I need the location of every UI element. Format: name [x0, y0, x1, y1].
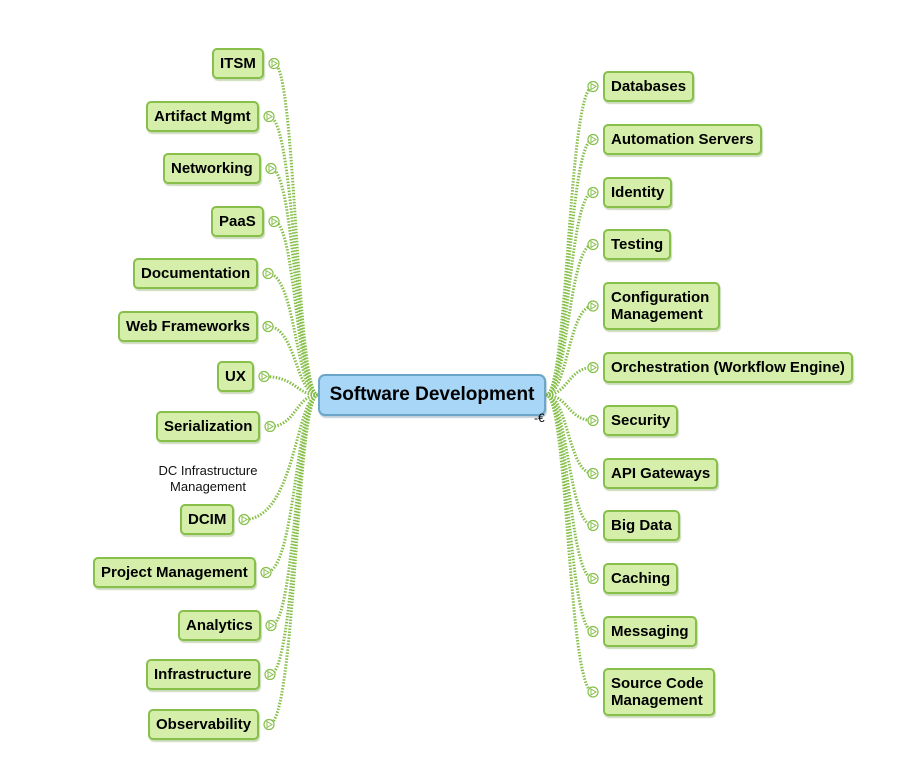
expand-toggle-icon[interactable]	[264, 420, 276, 433]
expand-toggle-icon[interactable]	[265, 162, 277, 175]
branch-node-project-management[interactable]: Project Management	[93, 557, 256, 588]
branch-node-networking[interactable]: Networking	[163, 153, 261, 184]
branch-node-api-gateways[interactable]: API Gateways	[603, 458, 719, 489]
expand-toggle-icon[interactable]	[262, 320, 274, 333]
expand-toggle-icon[interactable]	[587, 300, 599, 312]
branch-node-dcim[interactable]: DCIM	[180, 504, 235, 535]
connector-line	[545, 393, 594, 694]
expand-toggle-icon[interactable]	[587, 686, 599, 698]
expand-toggle-icon[interactable]	[587, 80, 599, 93]
expand-toggle-icon[interactable]	[268, 215, 280, 228]
branch-node-artifact-mgmt[interactable]: Artifact Mgmt	[146, 101, 259, 132]
branch-node-big-data[interactable]: Big Data	[603, 510, 680, 541]
branch-node-source-code-management[interactable]: Source Code Management	[603, 668, 715, 716]
connector-line	[545, 393, 594, 527]
expand-toggle-icon[interactable]	[587, 572, 599, 585]
expand-toggle-icon[interactable]	[263, 718, 275, 731]
expand-toggle-icon[interactable]	[262, 267, 274, 280]
expand-toggle-icon[interactable]	[268, 57, 280, 70]
expand-toggle-icon[interactable]	[265, 619, 277, 632]
branch-node-configuration-management[interactable]: Configuration Management	[603, 282, 720, 330]
collapse-marker[interactable]: -€	[534, 411, 545, 425]
connector-line	[545, 138, 594, 397]
root-node[interactable]: Software Development	[318, 374, 546, 416]
expand-toggle-icon[interactable]	[587, 519, 599, 532]
branch-node-analytics[interactable]: Analytics	[178, 610, 261, 641]
expand-toggle-icon[interactable]	[587, 238, 599, 251]
connector-line	[545, 191, 594, 397]
connector-line	[545, 393, 594, 633]
branch-node-ux[interactable]: UX	[217, 361, 254, 392]
branch-node-documentation[interactable]: Documentation	[133, 258, 259, 289]
expand-toggle-icon[interactable]	[238, 513, 250, 526]
dcim-note: DC Infrastructure Management	[158, 463, 258, 494]
branch-node-orchestration[interactable]: Orchestration (Workflow Engine)	[603, 352, 853, 383]
connector-line	[269, 393, 319, 676]
branch-node-infrastructure[interactable]: Infrastructure	[146, 659, 260, 690]
expand-toggle-icon[interactable]	[264, 668, 276, 681]
branch-node-paas[interactable]: PaaS	[211, 206, 264, 237]
expand-toggle-icon[interactable]	[587, 133, 599, 146]
branch-node-web-frameworks[interactable]: Web Frameworks	[118, 311, 258, 342]
expand-toggle-icon[interactable]	[263, 110, 275, 123]
connector-line	[268, 115, 319, 397]
branch-node-serialization[interactable]: Serialization	[156, 411, 261, 442]
branch-node-testing[interactable]: Testing	[603, 229, 672, 260]
expand-toggle-icon[interactable]	[587, 186, 599, 199]
expand-toggle-icon[interactable]	[587, 625, 599, 638]
connector-line	[265, 393, 319, 574]
branch-node-identity[interactable]: Identity	[603, 177, 673, 208]
branch-node-security[interactable]: Security	[603, 405, 679, 436]
expand-toggle-icon[interactable]	[587, 361, 599, 374]
connector-line	[272, 62, 320, 397]
branch-node-automation-servers[interactable]: Automation Servers	[603, 124, 762, 155]
expand-toggle-icon[interactable]	[587, 414, 599, 427]
expand-toggle-icon[interactable]	[587, 467, 599, 480]
branch-node-observability[interactable]: Observability	[148, 709, 260, 740]
connector-line	[545, 243, 594, 397]
branch-node-caching[interactable]: Caching	[603, 563, 679, 594]
branch-node-itsm[interactable]: ITSM	[212, 48, 264, 79]
expand-toggle-icon[interactable]	[260, 566, 272, 579]
expand-toggle-icon[interactable]	[258, 370, 270, 383]
branch-node-databases[interactable]: Databases	[603, 71, 695, 102]
branch-node-messaging[interactable]: Messaging	[603, 616, 697, 647]
